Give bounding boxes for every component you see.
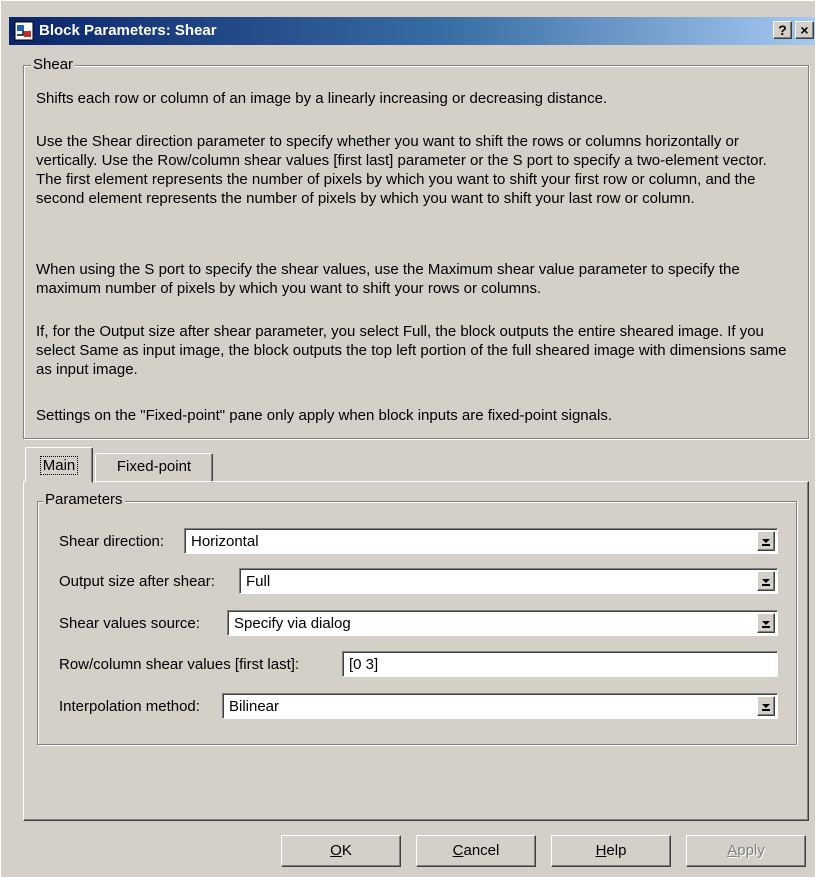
block-description: Settings on the "Fixed-point" pane only … [36, 406, 796, 425]
cancel-label-rest: ancel [463, 842, 500, 859]
shear-direction-label: Shear direction: [59, 533, 165, 550]
tab-fixed-point[interactable]: Fixed-point [95, 453, 213, 483]
block-description: When using the S port to specify the she… [36, 260, 796, 298]
row-column-shear-values-label: Row/column shear values [first last]: [59, 656, 300, 673]
shear-values-source-value: Specify via dialog [234, 615, 351, 632]
description-paragraph: Use the Shear direction parameter to spe… [36, 133, 767, 207]
help-label-rest: elp [606, 842, 627, 859]
shear-direction-value: Horizontal [191, 533, 259, 550]
description-paragraph: If, for the Output size after shear para… [36, 323, 787, 378]
apply-button[interactable]: Apply [686, 835, 806, 867]
shear-values-source-label: Shear values source: [59, 615, 200, 632]
description-paragraph: Settings on the "Fixed-point" pane only … [36, 407, 612, 424]
block-parameters-dialog: Block Parameters: Shear ? × Shear Shifts… [0, 0, 815, 877]
block-description: Shifts each row or column of an image by… [36, 89, 796, 108]
ok-button[interactable]: OK [281, 835, 401, 867]
output-size-select[interactable]: Full [239, 568, 778, 594]
window-title: Block Parameters: Shear [39, 22, 217, 39]
tab-main[interactable]: Main [25, 447, 93, 483]
cancel-mnemonic: C [452, 842, 464, 859]
description-group-title: Shear [31, 56, 76, 73]
interpolation-method-value: Bilinear [229, 698, 280, 715]
ok-mnemonic: O [330, 842, 342, 859]
description-group [23, 65, 809, 439]
help-mnemonic: H [595, 842, 607, 859]
row-column-shear-values-input[interactable]: [0 3] [342, 651, 778, 677]
help-button[interactable]: Help [551, 835, 671, 867]
parameters-group-title: Parameters [43, 491, 125, 508]
shear-direction-select[interactable]: Horizontal [184, 528, 778, 554]
apply-label-rest: pply [737, 842, 765, 859]
output-size-label: Output size after shear: [59, 573, 215, 590]
close-title-button[interactable]: × [795, 21, 814, 39]
description-paragraph: When using the S port to specify the she… [36, 261, 740, 297]
shear-values-source-select[interactable]: Specify via dialog [227, 610, 778, 636]
chevron-down-icon[interactable] [757, 531, 775, 551]
description-paragraph: Shifts each row or column of an image by… [36, 90, 608, 107]
block-description: Use the Shear direction parameter to spe… [36, 132, 796, 208]
chevron-down-icon[interactable] [757, 613, 775, 633]
title-bar[interactable]: Block Parameters: Shear ? × [9, 17, 815, 45]
apply-mnemonic: A [727, 842, 738, 859]
chevron-down-icon[interactable] [757, 571, 775, 591]
simulink-block-icon [14, 21, 34, 41]
ok-label-rest: K [341, 842, 352, 859]
interpolation-method-label: Interpolation method: [59, 698, 200, 715]
interpolation-method-select[interactable]: Bilinear [222, 693, 778, 719]
help-title-button[interactable]: ? [773, 21, 792, 39]
cancel-button[interactable]: Cancel [416, 835, 536, 867]
block-description: If, for the Output size after shear para… [36, 322, 796, 379]
chevron-down-icon[interactable] [757, 696, 775, 716]
tab-main-label: Main [39, 456, 79, 475]
output-size-value: Full [246, 573, 271, 590]
row-column-shear-values-value: [0 3] [349, 656, 379, 673]
tab-fixed-point-label: Fixed-point [116, 458, 192, 475]
